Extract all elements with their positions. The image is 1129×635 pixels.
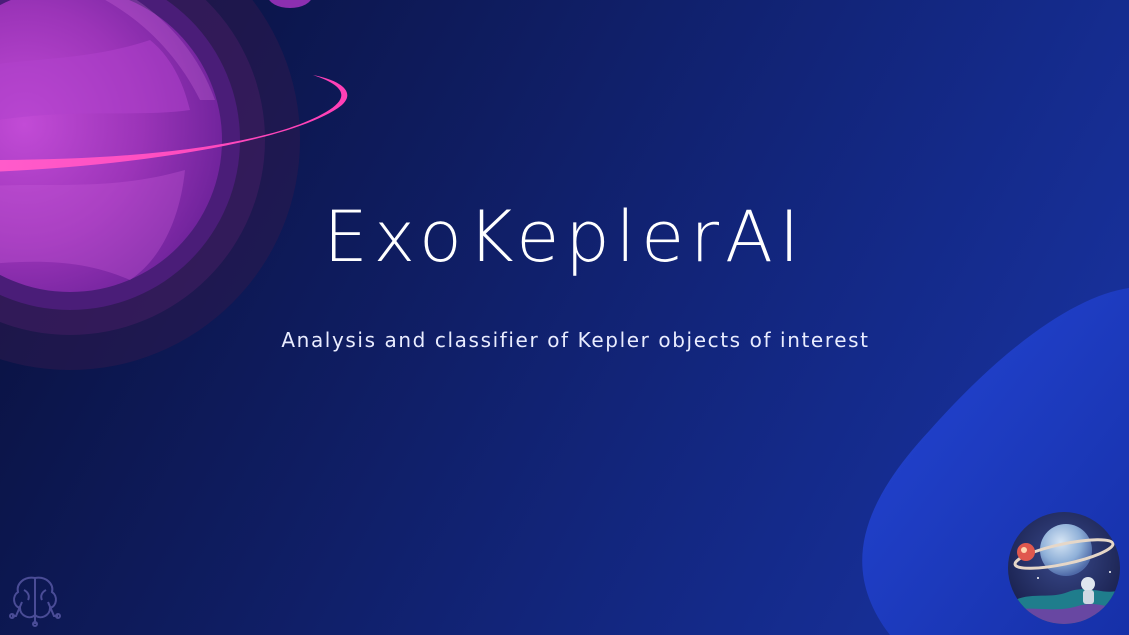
- astronaut-planet-icon: [1008, 512, 1120, 624]
- background-artwork: [0, 0, 1129, 635]
- avatar: [1008, 512, 1120, 624]
- planet-icon: [0, 0, 300, 370]
- slide-subtitle: Analysis and classifier of Kepler object…: [281, 328, 870, 352]
- slide-title: ExoKeplerAI: [323, 196, 806, 278]
- title-slide: ExoKeplerAI Analysis and classifier of K…: [0, 0, 1129, 635]
- moon-icon: [269, 0, 311, 8]
- brain-circuit-icon: [9, 576, 61, 627]
